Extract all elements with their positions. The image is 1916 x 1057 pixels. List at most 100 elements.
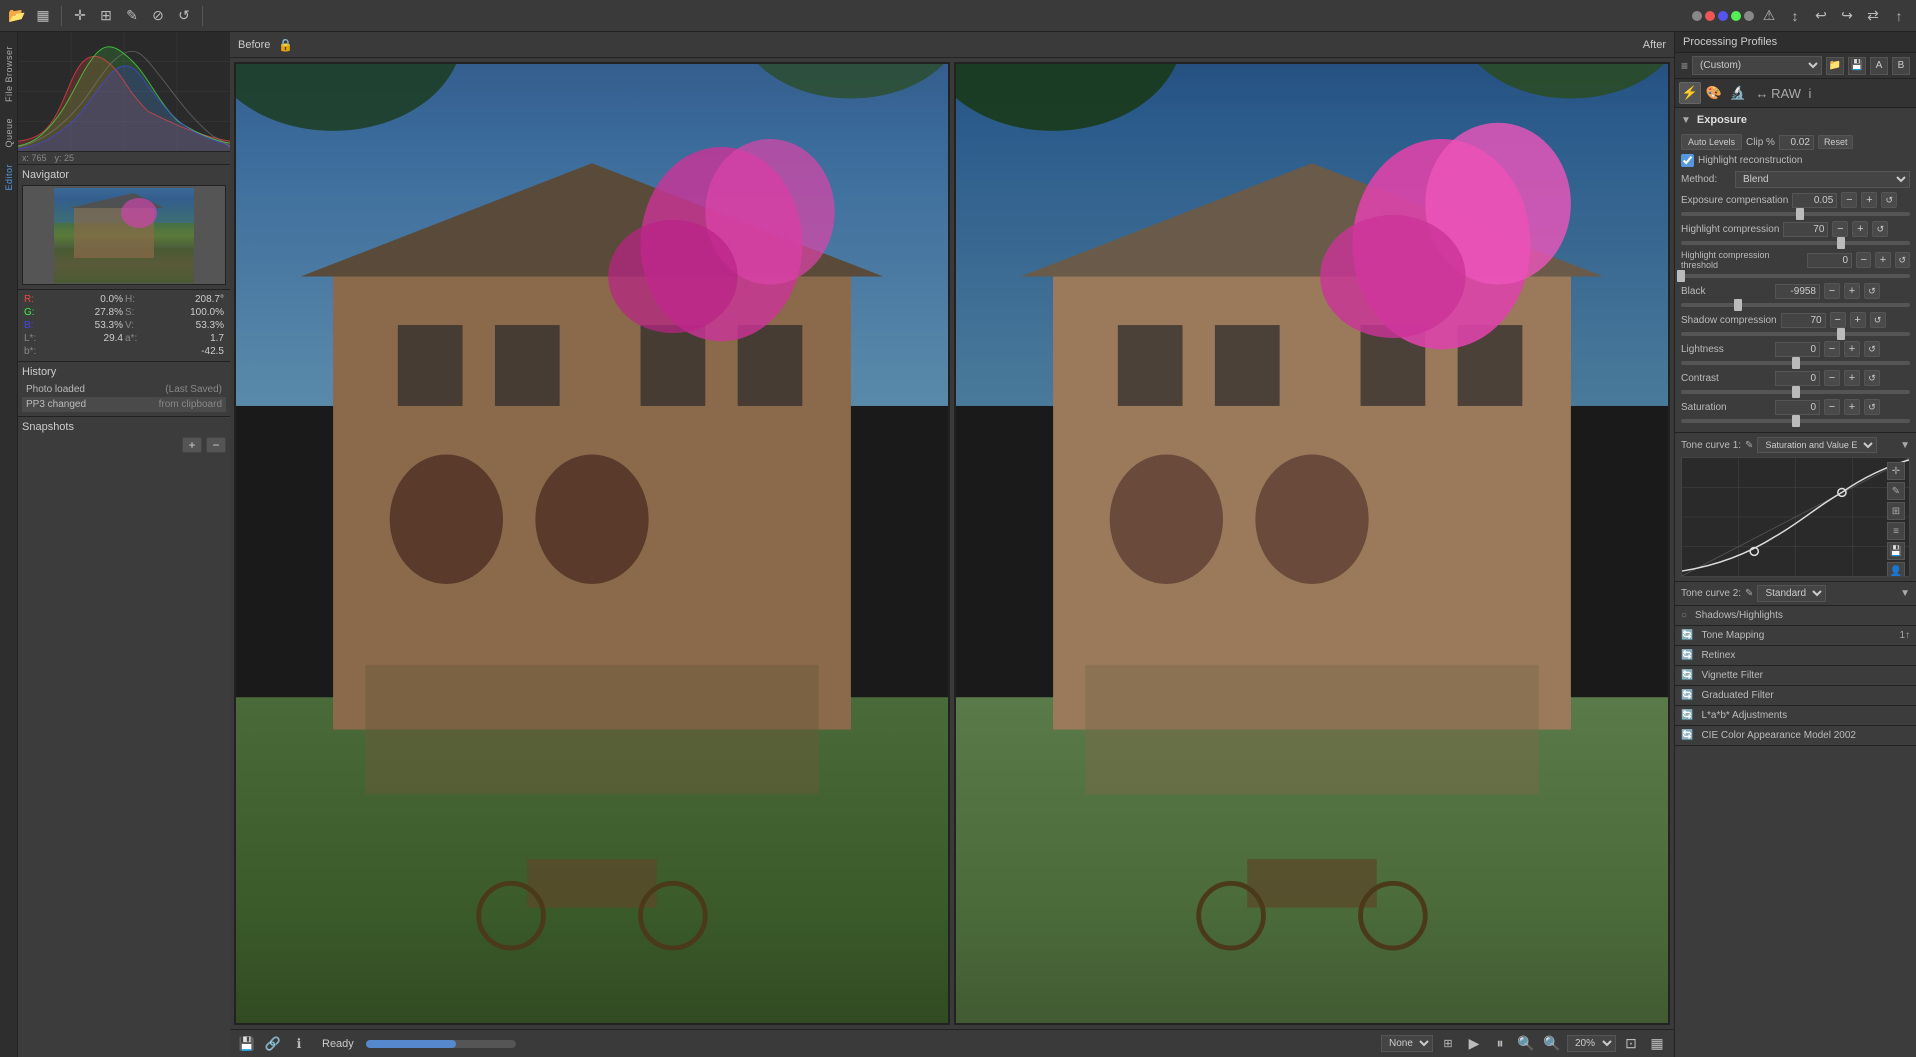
hct-reset[interactable]: ↺	[1895, 252, 1910, 268]
tab-transform[interactable]: ↔	[1751, 82, 1773, 104]
snapshot-remove-btn[interactable]: −	[206, 437, 226, 453]
exposure-compensation-input[interactable]	[1792, 193, 1837, 208]
black-slider[interactable]	[1681, 303, 1910, 307]
shadow-compression-inc[interactable]: +	[1850, 312, 1866, 328]
shadows-highlights-row[interactable]: ○ Shadows/Highlights	[1675, 606, 1916, 626]
rotate-icon[interactable]: ↩	[1810, 5, 1832, 27]
lightness-dec[interactable]: −	[1824, 341, 1840, 357]
none-select[interactable]: None	[1381, 1035, 1433, 1052]
saturation-dec[interactable]: −	[1824, 399, 1840, 415]
arrow-icon[interactable]: ↕	[1784, 5, 1806, 27]
curve-tool-paste[interactable]: ≡	[1887, 522, 1905, 540]
tone-curve-2-select[interactable]: Standard	[1757, 585, 1826, 602]
eyedropper-icon[interactable]: ⊘	[147, 5, 169, 27]
saturation-reset[interactable]: ↺	[1864, 399, 1880, 415]
auto-levels-btn[interactable]: Auto Levels	[1681, 134, 1742, 150]
open-folder-icon[interactable]: 📂	[6, 5, 28, 27]
profile-load-btn[interactable]: 📁	[1826, 57, 1844, 75]
clip-pct-input[interactable]	[1779, 135, 1814, 150]
shadow-compression-thumb[interactable]	[1837, 328, 1845, 340]
shadow-compression-slider[interactable]	[1681, 332, 1910, 336]
hct-inc[interactable]: +	[1875, 252, 1890, 268]
shadow-compression-input[interactable]	[1781, 313, 1826, 328]
hct-dec[interactable]: −	[1856, 252, 1871, 268]
tab-color[interactable]: 🎨	[1703, 82, 1725, 104]
zoom-select[interactable]: 20%	[1567, 1035, 1616, 1052]
lightness-reset[interactable]: ↺	[1864, 341, 1880, 357]
zoom-minus-icon[interactable]: 🔍	[1515, 1033, 1537, 1055]
snapshot-add-btn[interactable]: +	[182, 437, 202, 453]
hct-slider[interactable]	[1681, 274, 1910, 278]
highlight-compression-slider[interactable]	[1681, 241, 1910, 245]
before-image-panel[interactable]	[234, 62, 950, 1025]
reset-btn[interactable]: Reset	[1818, 135, 1854, 149]
layout-icon[interactable]: ▦	[32, 5, 54, 27]
hand-icon[interactable]: ↺	[173, 5, 195, 27]
sidebar-item-queue[interactable]: Queue	[2, 110, 16, 156]
vignette-filter-row[interactable]: 🔄 Vignette Filter	[1675, 666, 1916, 686]
contrast-slider[interactable]	[1681, 390, 1910, 394]
curve-tool-pencil[interactable]: ✎	[1887, 482, 1905, 500]
curve-tool-save[interactable]: 💾	[1887, 542, 1905, 560]
black-reset[interactable]: ↺	[1864, 283, 1880, 299]
sidebar-item-editor[interactable]: Editor	[2, 156, 16, 199]
lab-adjustments-row[interactable]: 🔄 L*a*b* Adjustments	[1675, 706, 1916, 726]
info-icon[interactable]: ℹ	[288, 1033, 310, 1055]
play-icon[interactable]: ▶	[1463, 1033, 1485, 1055]
contrast-inc[interactable]: +	[1844, 370, 1860, 386]
history-item-0[interactable]: Photo loaded (Last Saved)	[22, 382, 226, 397]
fullscreen-icon[interactable]: ⊡	[1620, 1033, 1642, 1055]
crop-icon[interactable]: ✛	[69, 5, 91, 27]
highlight-compression-inc[interactable]: +	[1852, 221, 1868, 237]
black-thumb[interactable]	[1734, 299, 1742, 311]
saturation-inc[interactable]: +	[1844, 399, 1860, 415]
curve-tool-copy[interactable]: ⊞	[1887, 502, 1905, 520]
exposure-section-header[interactable]: ▼ Exposure	[1681, 112, 1910, 128]
warning-icon[interactable]: ⚠	[1758, 5, 1780, 27]
tone-mapping-row[interactable]: 🔄 Tone Mapping 1↑	[1675, 626, 1916, 646]
black-input[interactable]	[1775, 284, 1820, 299]
lightness-input[interactable]	[1775, 342, 1820, 357]
highlight-compression-input[interactable]	[1783, 222, 1828, 237]
method-select[interactable]: Blend	[1735, 171, 1910, 188]
black-inc[interactable]: +	[1844, 283, 1860, 299]
contrast-thumb[interactable]	[1792, 386, 1800, 398]
exposure-compensation-dec[interactable]: −	[1841, 192, 1857, 208]
exposure-compensation-inc[interactable]: +	[1861, 192, 1877, 208]
saturation-thumb[interactable]	[1792, 415, 1800, 427]
lightness-thumb[interactable]	[1792, 357, 1800, 369]
link-icon[interactable]: 🔗	[262, 1033, 284, 1055]
tab-metadata[interactable]: i	[1799, 82, 1821, 104]
cie-cam-row[interactable]: 🔄 CIE Color Appearance Model 2002	[1675, 726, 1916, 746]
transform-icon[interactable]: ⊞	[95, 5, 117, 27]
grid-icon[interactable]: ▦	[1646, 1033, 1668, 1055]
after-image-panel[interactable]	[954, 62, 1670, 1025]
tone-curve-1-dropdown[interactable]: ▼	[1900, 440, 1910, 451]
tone-curve-1-select[interactable]: Saturation and Value E	[1757, 437, 1877, 453]
highlight-compression-thumb[interactable]	[1837, 237, 1845, 249]
tab-detail[interactable]: 🔬	[1727, 82, 1749, 104]
pause-icon[interactable]: ⏸	[1489, 1033, 1511, 1055]
highlight-compression-dec[interactable]: −	[1832, 221, 1848, 237]
lightness-slider[interactable]	[1681, 361, 1910, 365]
contrast-reset[interactable]: ↺	[1864, 370, 1880, 386]
zoom-fit-icon[interactable]: ⊞	[1437, 1033, 1459, 1055]
tone-curve-2-pencil[interactable]: ✎	[1745, 588, 1753, 599]
undo-icon[interactable]: ↪	[1836, 5, 1858, 27]
shadow-compression-dec[interactable]: −	[1830, 312, 1846, 328]
profile-save-btn[interactable]: 💾	[1848, 57, 1866, 75]
save-icon[interactable]: 💾	[236, 1033, 258, 1055]
highlight-compression-reset[interactable]: ↺	[1872, 221, 1888, 237]
graduated-filter-row[interactable]: 🔄 Graduated Filter	[1675, 686, 1916, 706]
shadow-compression-reset[interactable]: ↺	[1870, 312, 1886, 328]
sidebar-item-file-browser[interactable]: File Browser	[2, 38, 16, 110]
tab-exposure[interactable]: ⚡	[1679, 82, 1701, 104]
flip-icon[interactable]: ⇄	[1862, 5, 1884, 27]
exposure-compensation-slider[interactable]	[1681, 212, 1910, 216]
profile-select[interactable]: (Custom)	[1692, 56, 1822, 75]
edit-icon[interactable]: ✎	[121, 5, 143, 27]
tone-curve-2-dropdown[interactable]: ▼	[1900, 588, 1910, 599]
tab-raw[interactable]: RAW	[1775, 82, 1797, 104]
retinex-row[interactable]: 🔄 Retinex	[1675, 646, 1916, 666]
saturation-slider[interactable]	[1681, 419, 1910, 423]
